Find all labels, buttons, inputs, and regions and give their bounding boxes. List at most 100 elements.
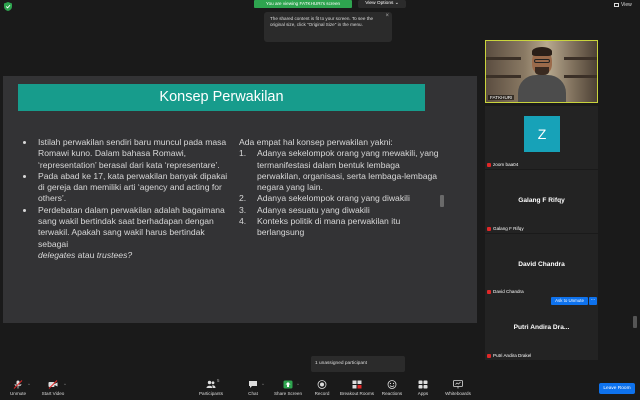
item-text: Konteks politik di mana perwakilan itu b…: [257, 216, 401, 238]
participant-name: zoom baa04: [493, 162, 519, 167]
participant-tile[interactable]: David Chandra David Chandra: [485, 234, 598, 296]
slide-left-column: Istilah perwakilan sendiri baru muncul p…: [23, 137, 231, 261]
glasses: [534, 59, 550, 63]
participant-display-name: Putri Andira Dra...: [513, 324, 570, 331]
meeting-toolbar: Unmute ^ Start Video ^ Participants 5 Ch…: [0, 376, 640, 400]
apps-label: Apps: [417, 391, 429, 396]
panel-scroll-handle[interactable]: [633, 316, 637, 328]
participant-name: Putri Andira Drakel: [493, 353, 532, 358]
item-number: 4.: [239, 216, 247, 227]
fit-to-screen-tooltip: The shared content is fit to your screen…: [264, 12, 392, 42]
right-intro: Ada empat hal konsep perwakilan yakni:: [239, 137, 393, 147]
unassigned-participant-notice[interactable]: 1 unassigned participant: [311, 356, 405, 372]
split-view-handle[interactable]: [440, 195, 444, 207]
beard: [535, 67, 549, 75]
grid-view-icon: [614, 2, 619, 7]
person-hair: [532, 47, 552, 56]
bullet-list: Istilah perwakilan sendiri baru muncul p…: [23, 137, 231, 261]
participant-tile[interactable]: Galang F Rifqy Galang F Rifqy: [485, 170, 598, 233]
tooltip-text: The shared content is fit to your screen…: [270, 16, 374, 27]
record-label: Record: [314, 391, 330, 396]
ask-to-unmute-button[interactable]: Ask to Unmute: [551, 297, 588, 305]
bullet-text: Perdebatan dalam perwakilan adalah bagai…: [38, 204, 225, 249]
bookshelf: [564, 75, 597, 78]
bullet-dot: [23, 141, 26, 144]
chevron-up-icon[interactable]: ^: [64, 382, 66, 387]
view-button[interactable]: View: [614, 2, 632, 8]
bookshelf: [486, 57, 521, 60]
avatar: Z: [524, 116, 560, 152]
participant-tile[interactable]: Z zoom baa04: [485, 106, 598, 169]
numbered-item: 3. Adanya sesuatu yang diwakili: [239, 205, 439, 216]
whiteboard-icon: [453, 380, 463, 389]
chat-button[interactable]: Chat: [235, 380, 271, 396]
chevron-up-icon[interactable]: ^: [28, 382, 30, 387]
view-options-button[interactable]: View Options ⌄: [358, 0, 406, 8]
bullet-text: Istilah perwakilan sendiri baru muncul p…: [38, 137, 227, 170]
person-body: [518, 75, 566, 102]
item-number: 2.: [239, 193, 247, 204]
participant-name-bar: David Chandra: [487, 289, 524, 294]
slide-title: Konsep Perwakilan: [18, 84, 425, 111]
bookshelf: [564, 57, 597, 60]
participant-name-bar: Putri Andira Drakel: [487, 353, 531, 358]
mic-muted-icon: [487, 226, 491, 231]
participants-label: Participants: [198, 391, 223, 396]
participants-button[interactable]: Participants: [193, 380, 229, 396]
item-text: Adanya sekelompok orang yang diwakili: [257, 193, 410, 204]
slide-right-column: Ada empat hal konsep perwakilan yakni: 1…: [239, 137, 439, 239]
leave-room-button[interactable]: Leave Room: [599, 383, 635, 394]
participants-icon: [206, 380, 216, 388]
view-label: View: [621, 2, 632, 8]
item-text: Adanya sesuatu yang diwakili: [257, 204, 370, 215]
close-icon[interactable]: ×: [385, 13, 389, 19]
participants-count: 5: [217, 378, 220, 383]
shared-screen-slide: Konsep Perwakilan Istilah perwakilan sen…: [3, 76, 477, 323]
numbered-item: 2. Adanya sekelompok orang yang diwakili: [239, 193, 439, 204]
bullet-dot: [23, 174, 26, 178]
shield-icon[interactable]: [4, 2, 12, 11]
record-icon: [317, 380, 327, 389]
chat-label: Chat: [248, 391, 258, 396]
participant-name: Galang F Rifqy: [493, 226, 524, 231]
bullet-item: Pada abad ke 17, kata perwakilan banyak …: [23, 171, 231, 205]
start-video-label: Start Video: [41, 391, 65, 396]
bullet-text: atau: [75, 249, 97, 260]
mic-muted-icon: [487, 353, 491, 358]
numbered-item: 4. Konteks politik di mana perwakilan itu…: [239, 216, 439, 239]
participant-name-bar: Galang F Rifqy: [487, 226, 524, 231]
view-options-label: View Options: [365, 1, 394, 6]
mic-muted-icon: [487, 289, 491, 294]
participant-tile[interactable]: Putri Andira Dra... Putri Andira Drakel: [485, 296, 598, 360]
numbered-item: 1. Adanya sekelompok orang yang mewakili,…: [239, 148, 439, 193]
breakout-rooms-icon: [352, 380, 362, 389]
bullet-item: Istilah perwakilan sendiri baru muncul p…: [23, 137, 231, 171]
participant-video-tile[interactable]: FATKHURI: [485, 40, 598, 103]
top-bar: You are viewing FATKHURI's screen View O…: [0, 0, 640, 12]
bullet-text-italic: delegates: [38, 249, 76, 260]
item-text: Adanya sekelompok orang yang mewakili, y…: [257, 148, 439, 193]
record-button[interactable]: Record: [304, 380, 340, 396]
chevron-up-icon[interactable]: ^: [297, 382, 299, 387]
item-number: 1.: [239, 148, 247, 159]
item-number: 3.: [239, 204, 247, 215]
chevron-down-icon: ⌄: [394, 1, 399, 6]
whiteboards-button[interactable]: Whiteboards: [440, 380, 476, 396]
unmute-button[interactable]: Unmute: [0, 380, 36, 396]
more-options-button[interactable]: ···: [589, 297, 597, 305]
reactions-label: Reactions: [381, 391, 403, 396]
share-screen-icon: [283, 380, 293, 389]
unmute-label: Unmute: [9, 391, 27, 396]
reactions-icon: [387, 380, 397, 389]
video-camera-off-icon: [48, 380, 58, 389]
chat-icon: [249, 381, 257, 388]
breakout-rooms-button[interactable]: Breakout Rooms: [339, 380, 375, 396]
bookshelf: [486, 75, 521, 78]
numbered-list: 1. Adanya sekelompok orang yang mewakili,…: [239, 148, 439, 238]
participant-name-bar: zoom baa04: [487, 162, 518, 167]
mic-muted-icon: [487, 162, 491, 167]
apps-button[interactable]: Apps: [405, 380, 441, 396]
bullet-item: Perdebatan dalam perwakilan adalah bagai…: [23, 205, 231, 261]
share-screen-button[interactable]: Share Screen: [270, 380, 306, 396]
chevron-up-icon[interactable]: ^: [262, 382, 264, 387]
